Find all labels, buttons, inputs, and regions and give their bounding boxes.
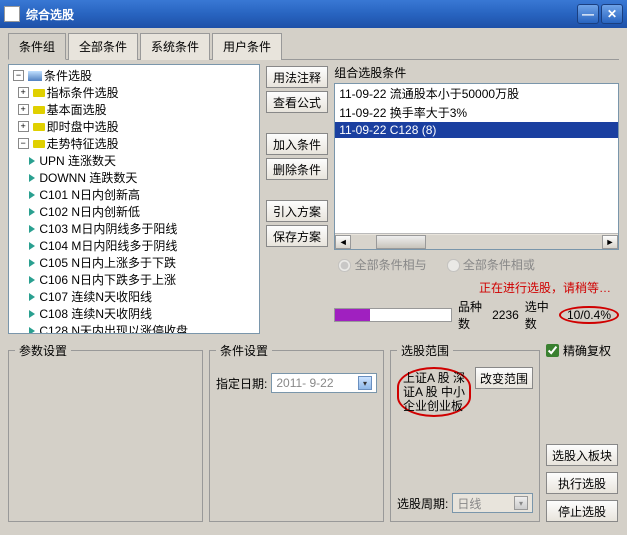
minimize-button[interactable]: —	[577, 4, 599, 24]
import-plan-button[interactable]: 引入方案	[266, 200, 328, 222]
view-formula-button[interactable]: 查看公式	[266, 91, 328, 113]
key-icon	[33, 89, 45, 97]
tab-user[interactable]: 用户条件	[212, 33, 282, 60]
tabs: 条件组 全部条件 系统条件 用户条件	[8, 32, 619, 60]
scroll-left-icon[interactable]: ◄	[335, 235, 351, 249]
conditions-title: 组合选股条件	[334, 64, 619, 81]
to-block-button[interactable]: 选股入板块	[546, 444, 618, 466]
expand-icon[interactable]: +	[18, 104, 29, 115]
h-scrollbar[interactable]: ◄ ►	[335, 233, 618, 249]
scroll-right-icon[interactable]: ►	[602, 235, 618, 249]
item-icon	[29, 310, 35, 318]
item-icon	[29, 157, 35, 165]
total-value: 2236	[492, 308, 519, 322]
scroll-thumb[interactable]	[376, 235, 426, 249]
stop-button[interactable]: 停止选股	[546, 500, 618, 522]
date-label: 指定日期:	[216, 375, 267, 392]
exact-adjust-checkbox[interactable]: 精确复权	[546, 342, 618, 359]
condition-item-selected[interactable]: 11-09-22 C128 (8)	[335, 122, 618, 138]
scope-text: 上证A 股 深证A 股 中小企业创业板	[397, 367, 471, 417]
radio-and[interactable]: 全部条件相与	[338, 256, 426, 273]
item-icon	[29, 225, 35, 233]
cycle-label: 选股周期:	[397, 495, 448, 512]
radio-or[interactable]: 全部条件相或	[447, 256, 535, 273]
cycle-combo[interactable]: 日线 ▾	[452, 493, 533, 513]
tab-group[interactable]: 条件组	[8, 33, 66, 60]
item-icon	[29, 174, 35, 182]
item-icon	[29, 327, 35, 335]
expand-icon[interactable]: +	[18, 87, 29, 98]
collapse-icon[interactable]: −	[18, 138, 29, 149]
tab-all[interactable]: 全部条件	[68, 33, 138, 60]
usage-button[interactable]: 用法注释	[266, 66, 328, 88]
item-icon	[29, 276, 35, 284]
save-plan-button[interactable]: 保存方案	[266, 225, 328, 247]
tab-system[interactable]: 系统条件	[140, 33, 210, 60]
selected-label: 选中数	[525, 298, 553, 332]
key-icon	[33, 106, 45, 114]
add-condition-button[interactable]: 加入条件	[266, 133, 328, 155]
change-scope-button[interactable]: 改变范围	[475, 367, 533, 389]
collapse-icon[interactable]: −	[13, 70, 24, 81]
chevron-down-icon[interactable]: ▾	[514, 496, 528, 510]
window-title: 综合选股	[26, 6, 575, 23]
folder-icon	[28, 71, 42, 81]
selected-value: 10/0.4%	[559, 306, 619, 324]
date-input[interactable]: 2011- 9-22 ▾	[271, 373, 377, 393]
condition-tree[interactable]: −条件选股 +指标条件选股 +基本面选股 +即时盘中选股 −走势特征选股 UPN…	[8, 64, 260, 334]
key-icon	[33, 123, 45, 131]
chevron-down-icon[interactable]: ▾	[358, 376, 372, 390]
item-icon	[29, 293, 35, 301]
total-label: 品种数	[458, 298, 486, 332]
close-button[interactable]: ✕	[601, 4, 623, 24]
scope-fieldset: 选股范围 上证A 股 深证A 股 中小企业创业板 改变范围 选股周期: 日线 ▾	[390, 342, 540, 522]
item-icon	[29, 242, 35, 250]
condition-item[interactable]: 11-09-22 流通股本小于50000万股	[335, 84, 618, 103]
item-icon	[29, 208, 35, 216]
conditions-list[interactable]: 11-09-22 流通股本小于50000万股 11-09-22 换手率大于3% …	[334, 83, 619, 250]
key-icon	[33, 140, 45, 148]
item-icon	[29, 259, 35, 267]
remove-condition-button[interactable]: 删除条件	[266, 158, 328, 180]
progress-bar	[334, 308, 452, 322]
run-button[interactable]: 执行选股	[546, 472, 618, 494]
param-fieldset: 参数设置	[8, 342, 203, 522]
item-icon	[29, 191, 35, 199]
app-icon	[4, 6, 20, 22]
expand-icon[interactable]: +	[18, 121, 29, 132]
status-text: 正在进行选股，请稍等…	[334, 279, 619, 296]
cond-fieldset: 条件设置 指定日期: 2011- 9-22 ▾	[209, 342, 384, 522]
condition-item[interactable]: 11-09-22 换手率大于3%	[335, 103, 618, 122]
